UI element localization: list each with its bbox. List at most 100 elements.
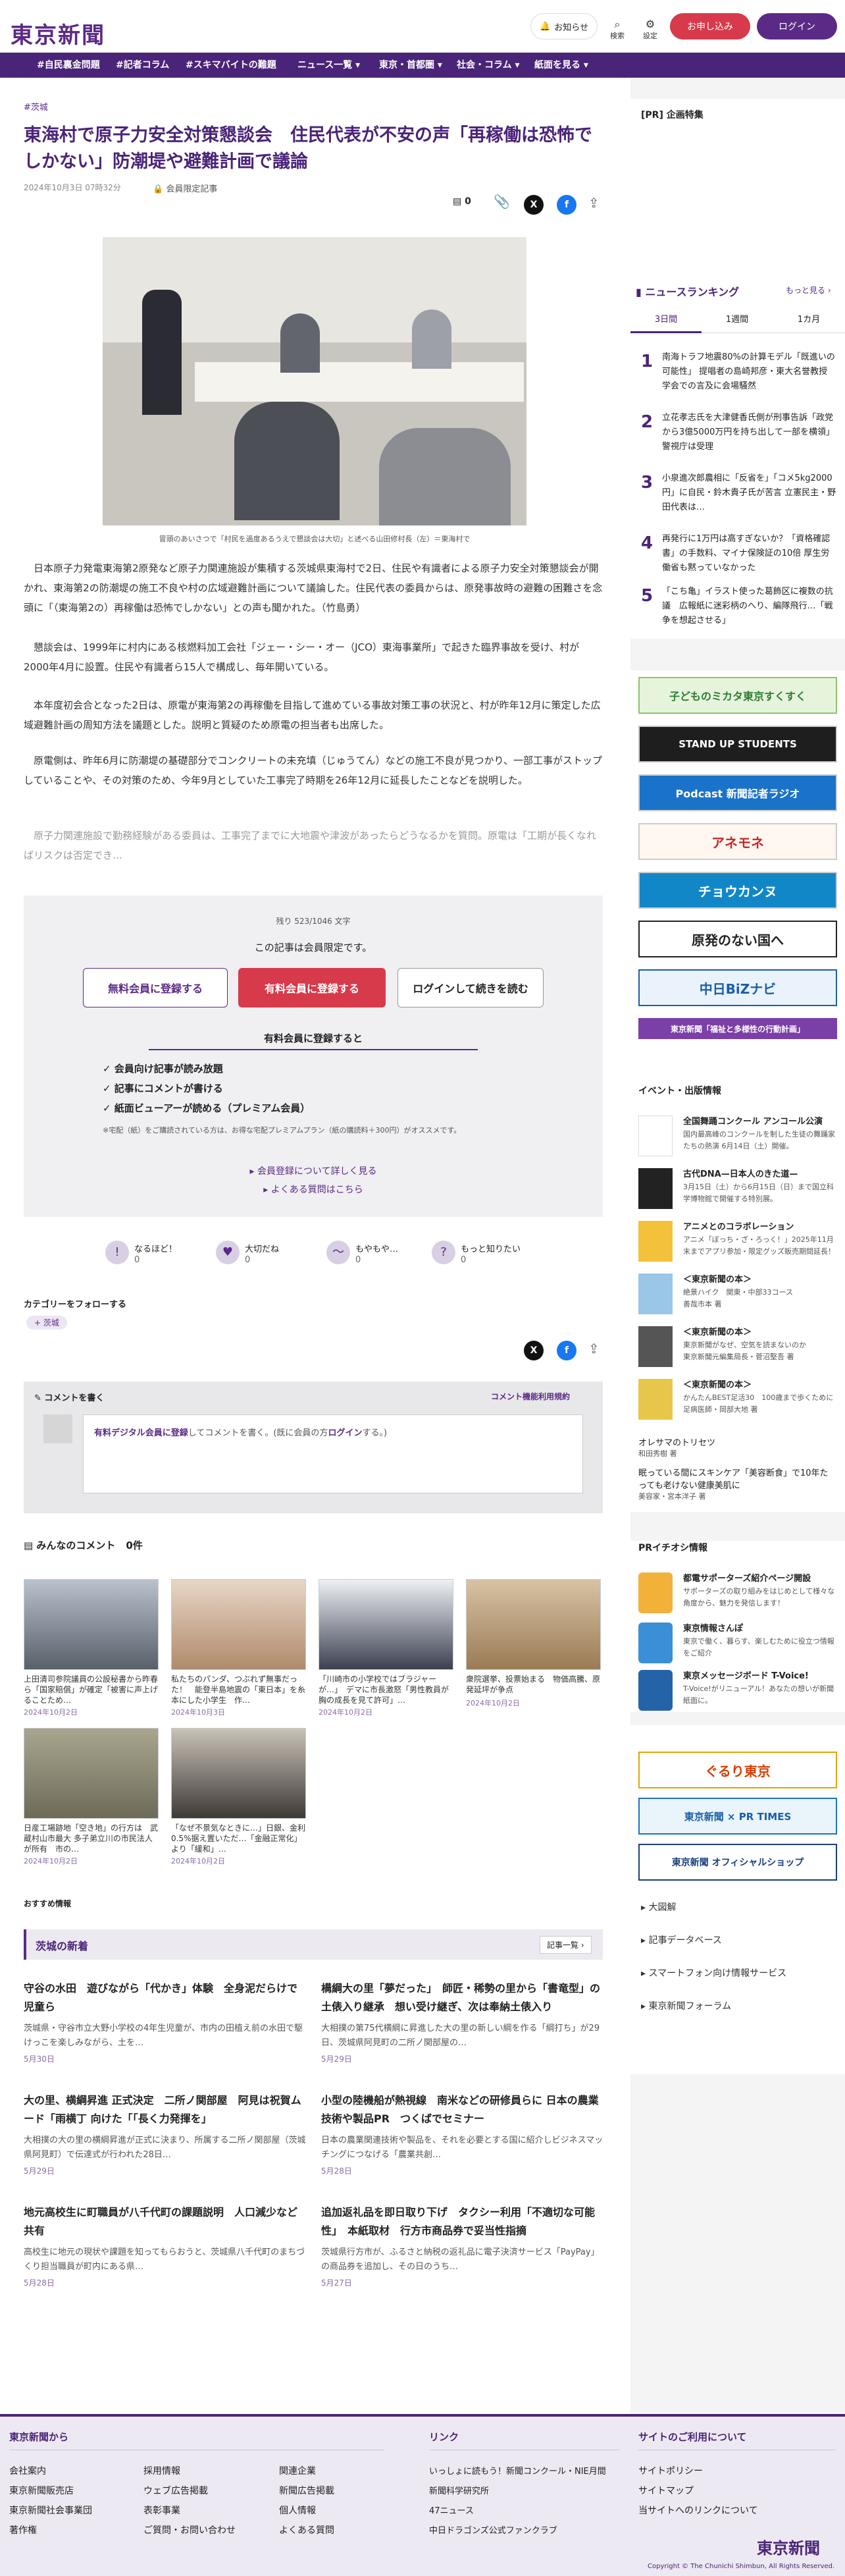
footer-link[interactable]: 会社案内 bbox=[9, 2464, 46, 2477]
ranking-tab[interactable]: 1週間 bbox=[702, 307, 773, 333]
footer-link[interactable]: 東京新聞販売店 bbox=[9, 2484, 74, 2497]
news-item[interactable]: 構綱大の里「夢だった」 師匠・稀勢の里から「書竜型」の土俵入り継承 想い受け継ぎ… bbox=[321, 1979, 604, 2064]
footer-link[interactable]: 新聞科学研究所 bbox=[429, 2484, 489, 2496]
banner-podcast[interactable]: Podcast 新聞記者ラジオ bbox=[638, 774, 837, 811]
footer-link[interactable]: 47ニュース bbox=[429, 2504, 474, 2516]
related-caption[interactable]: 「なぜ不景気なときに…」日銀、金利0.5%据え置いただ…「金融正常化」より「緩和… bbox=[171, 1823, 306, 1854]
footer-link[interactable]: 東京新聞社会事業団 bbox=[9, 2504, 92, 2517]
related-caption[interactable]: 私たちのパンダ、つぶれず無事だった！ 能登半島地震の「東日本」を糸本にした小学生… bbox=[171, 1674, 306, 1705]
nav-item[interactable]: #スキマバイトの難題 bbox=[186, 53, 276, 78]
footer-link[interactable]: 新聞広告掲載 bbox=[279, 2484, 334, 2497]
ranking-tab[interactable]: 1カ月 bbox=[773, 307, 845, 333]
nav-item[interactable]: ニュース一覧 ▾ bbox=[297, 53, 360, 78]
banner-choukankun[interactable]: チョウカンヌ bbox=[638, 872, 837, 909]
banner-gururi-tokyo[interactable]: ぐるり東京 bbox=[638, 1752, 837, 1788]
footer-link[interactable]: 採用情報 bbox=[143, 2464, 180, 2477]
paid-signup-button[interactable]: 有料会員に登録する bbox=[238, 968, 386, 1007]
related-photo[interactable] bbox=[319, 1579, 453, 1670]
site-logo[interactable]: 東京新聞 bbox=[11, 17, 105, 49]
related-photo[interactable] bbox=[24, 1728, 159, 1819]
sidebar-link[interactable]: ▸ 大図解 bbox=[641, 1900, 676, 1914]
footer-link[interactable]: サイトポリシー bbox=[638, 2464, 703, 2477]
sidebar-link[interactable]: ▸ スマートフォン向け情報サービス bbox=[641, 1966, 786, 1979]
book-item[interactable]: 眠っている間にスキンケア「美容断食」で10年たっても老けない健康美肌に 美容家・宮… bbox=[638, 1466, 836, 1501]
search-button[interactable]: ⌕ 検索 bbox=[603, 18, 632, 41]
comment-count-button[interactable]: ▤ 0 bbox=[453, 196, 471, 207]
nav-item[interactable]: #記者コラム bbox=[116, 53, 169, 78]
related-photo[interactable] bbox=[171, 1728, 306, 1819]
sidebar-link[interactable]: ▸ 東京新聞フォーラム bbox=[641, 1999, 731, 2012]
footer-link[interactable]: サイトマップ bbox=[638, 2484, 694, 2497]
related-photo[interactable] bbox=[466, 1579, 601, 1670]
news-item[interactable]: 守谷の水田 遊びながら「代かき」体験 全身泥だらけで児童ら 茨城県・守谷市立大野小… bbox=[24, 1979, 307, 2064]
event-item[interactable]: 全国舞踊コンクール アンコール公演 国内最高峰のコンクールを制した生徒の舞踊家たち… bbox=[638, 1115, 836, 1162]
related-caption[interactable]: 「川崎市の小学校ではブラジャーが…」 デマに市長激怒「男性教員が胸の成長を見て許… bbox=[319, 1674, 453, 1705]
sidebar-link[interactable]: ▸ 記事データベース bbox=[641, 1933, 722, 1946]
footer-link[interactable]: 当サイトへのリンクについて bbox=[638, 2504, 758, 2517]
footer-logo[interactable]: 東京新聞 bbox=[757, 2535, 820, 2558]
related-caption[interactable]: 衆院選挙、投票始まる 物価高騰、原発延坪が争点 bbox=[466, 1674, 601, 1695]
facebook-share-icon[interactable]: f bbox=[557, 1341, 576, 1360]
nav-item[interactable]: 紙面を見る ▾ bbox=[534, 53, 588, 78]
reaction-button[interactable]: ! なるほど！ 0 bbox=[105, 1239, 211, 1270]
banner-bizunavi[interactable]: 中日BiZナビ bbox=[638, 969, 837, 1006]
pr-item[interactable]: 都電サポーターズ紹介ページ開設 サポーターズの取り組みをはじめとして様々な角度から… bbox=[638, 1572, 836, 1615]
follow-tag-button[interactable]: + 茨城 bbox=[26, 1316, 67, 1329]
clip-icon[interactable]: 📎 bbox=[494, 194, 510, 209]
facebook-share-icon[interactable]: f bbox=[557, 195, 576, 215]
news-item[interactable]: 地元高校生に町職員が八千代町の課題説明 人口減少など共有 高校生に地元の現状や課題… bbox=[24, 2203, 307, 2288]
event-item[interactable]: アニメとのコラボレーション アニメ「ぼっち・ざ・ろっく！」2025年11月末までア… bbox=[638, 1221, 836, 1267]
login-button[interactable]: ログイン bbox=[757, 13, 837, 40]
share-icon[interactable]: ⇪ bbox=[588, 195, 600, 211]
ranking-tab-active[interactable]: 3日間 bbox=[630, 307, 702, 333]
footer-link[interactable]: よくある質問 bbox=[279, 2523, 334, 2536]
free-signup-button[interactable]: 無料会員に登録する bbox=[83, 968, 228, 1007]
footer-link[interactable]: いっしょに読もう！新聞コンクール・NIE月間 bbox=[429, 2464, 606, 2477]
footer-link[interactable]: 著作権 bbox=[9, 2523, 37, 2536]
share-icon[interactable]: ⇪ bbox=[588, 1341, 600, 1356]
faq-link[interactable]: ▸ よくある質問はこちら bbox=[24, 1183, 603, 1196]
news-item[interactable]: 小型の陸機船が熱視線 南米などの研修員らに 日本の農業技術や製品PR つくばでセ… bbox=[321, 2091, 604, 2176]
banner-stand-up-students[interactable]: STAND UP STUDENTS bbox=[638, 726, 837, 763]
related-caption[interactable]: 上田清司参院議員の公設秘書から昨春ら「国家賠償」が確定「被害に声上げることため… bbox=[24, 1674, 159, 1705]
related-photo[interactable] bbox=[24, 1579, 159, 1670]
banner-official-shop[interactable]: 東京新聞 オフィシャルショップ bbox=[638, 1844, 837, 1881]
footer-link[interactable]: 関連企業 bbox=[279, 2464, 316, 2477]
nav-item[interactable]: #自民裏金問題 bbox=[37, 53, 100, 78]
event-item[interactable]: ＜東京新聞の本＞ かんたんBEST足活30 100歳まで歩くために 足病医師・岡部… bbox=[638, 1379, 836, 1425]
nav-item[interactable]: 東京・首都圏 ▾ bbox=[379, 53, 442, 78]
membership-info-link[interactable]: ▸ 会員登録について詳しく見る bbox=[24, 1164, 603, 1177]
x-share-icon[interactable]: X bbox=[524, 195, 544, 215]
footer-link[interactable]: 個人情報 bbox=[279, 2504, 316, 2517]
comment-input[interactable]: 有料デジタル会員に登録してコメントを書く。(既に会員の方ログインする。) bbox=[83, 1414, 583, 1493]
footer-link[interactable]: 中日ドラゴンズ公式ファンクラブ bbox=[429, 2523, 557, 2536]
footer-link[interactable]: ご質問・お問い合わせ bbox=[143, 2523, 236, 2536]
event-item[interactable]: ＜東京新聞の本＞ 絶景ハイク 関東・中部33コース 善哉市本 著 bbox=[638, 1274, 836, 1320]
reaction-button[interactable]: ♥ 大切だね 0 bbox=[216, 1239, 321, 1270]
login-continue-button[interactable]: ログインして続きを読む bbox=[397, 968, 544, 1007]
banner-prtimes[interactable]: 東京新聞 × PR TIMES bbox=[638, 1798, 837, 1835]
local-news-more-link[interactable]: 記事一覧 › bbox=[540, 1936, 592, 1954]
banner-genpatsu[interactable]: 原発のない国へ bbox=[638, 921, 837, 957]
pr-item[interactable]: 東京メッセージボード T-Voice! T-Voice!がリニューアル！あなたの想… bbox=[638, 1670, 836, 1712]
comment-terms-link[interactable]: コメント機能利用規約 bbox=[491, 1391, 570, 1402]
related-photo[interactable] bbox=[171, 1579, 306, 1670]
comment-signup-link[interactable]: 有料デジタル会員に登録 bbox=[94, 1428, 188, 1438]
footer-link[interactable]: 表彰事業 bbox=[143, 2504, 180, 2517]
banner-anemone[interactable]: アネモネ bbox=[638, 823, 837, 860]
news-item[interactable]: 大の里、横綱昇進 正式決定 二所ノ関部屋 阿見は祝賀ムード「雨横丁 向けた「「長… bbox=[24, 2091, 307, 2176]
banner-sukusuku[interactable]: 子どものミカタ東京すくすく bbox=[638, 677, 837, 714]
comment-login-link[interactable]: ログイン bbox=[328, 1428, 362, 1438]
article-category[interactable]: #茨城 bbox=[24, 100, 48, 113]
book-item[interactable]: オレサマのトリセツ 和田秀樹 著 bbox=[638, 1436, 836, 1459]
nav-item[interactable]: 社会・コラム ▾ bbox=[457, 53, 519, 78]
related-caption[interactable]: 日産工場跡地「空き地」の行方は 武蔵村山市最大 多子弟立川の市民法人が所有 市の… bbox=[24, 1823, 159, 1854]
event-item[interactable]: 古代DNA—日本人のきた道— 3月15日（土）から6月15日（日）まで国立科学博物… bbox=[638, 1168, 836, 1214]
x-share-icon[interactable]: X bbox=[524, 1341, 544, 1360]
event-item[interactable]: ＜東京新聞の本＞ 東京新聞がなぜ、空気を読まないのか 東京新聞元編集局長・菅沼堅吾… bbox=[638, 1326, 836, 1372]
ranking-more-link[interactable]: もっと見る › bbox=[786, 284, 831, 296]
banner-welfare-plan[interactable]: 東京新聞「福祉と多様性の行動計画」 bbox=[638, 1018, 837, 1039]
pr-item[interactable]: 東京情報さんぽ 東京で働く、暮らす、楽しむために役立つ情報をご紹介 bbox=[638, 1623, 836, 1665]
settings-button[interactable]: ⚙ 設定 bbox=[636, 18, 665, 41]
notification-button[interactable]: 🔔 お知らせ bbox=[530, 13, 598, 40]
